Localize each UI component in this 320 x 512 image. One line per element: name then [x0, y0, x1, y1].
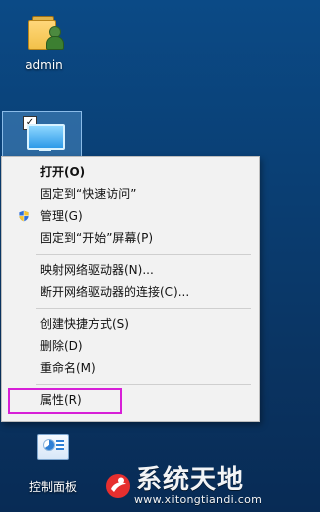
menu-item-label: 管理(G) — [40, 209, 83, 223]
menu-item-properties[interactable]: 属性(R) — [2, 389, 259, 411]
desktop-icon-admin[interactable]: admin — [8, 10, 80, 72]
menu-item-pin-quick-access[interactable]: 固定到“快速访问” — [2, 183, 259, 205]
menu-item-map-network-drive[interactable]: 映射网络驱动器(N)... — [2, 259, 259, 281]
monitor-stand — [39, 148, 51, 151]
shield-icon — [19, 210, 29, 222]
menu-item-delete[interactable]: 删除(D) — [2, 335, 259, 357]
menu-item-pin-start[interactable]: 固定到“开始”屏幕(P) — [2, 227, 259, 249]
desktop-icon-label: 控制面板 — [28, 480, 77, 494]
menu-item-create-shortcut[interactable]: 创建快捷方式(S) — [2, 313, 259, 335]
site-logo-icon — [106, 474, 130, 498]
menu-item-label: 创建快捷方式(S) — [40, 317, 129, 331]
menu-item-label: 删除(D) — [40, 339, 83, 353]
menu-item-label: 固定到“开始”屏幕(P) — [40, 231, 154, 245]
computer-icon — [27, 124, 65, 150]
menu-item-label: 打开(O) — [40, 165, 86, 179]
menu-item-rename[interactable]: 重命名(M) — [2, 357, 259, 379]
menu-item-label: 属性(R) — [40, 393, 82, 407]
menu-item-open[interactable]: 打开(O) — [2, 161, 259, 183]
watermark-title: 系统天地 — [136, 465, 245, 495]
menu-separator — [36, 384, 251, 385]
menu-item-label: 重命名(M) — [40, 361, 96, 375]
control-panel-icon — [31, 432, 75, 476]
menu-item-label: 断开网络驱动器的连接(C)... — [40, 285, 190, 299]
context-menu: 打开(O) 固定到“快速访问” 管理(G) 固定到“开始”屏幕(P) 映射网络驱… — [1, 156, 260, 422]
desktop-icon-computer[interactable]: ✓ — [2, 111, 82, 159]
menu-item-disconnect-network-drive[interactable]: 断开网络驱动器的连接(C)... — [2, 281, 259, 303]
watermark: 系统天地 www.xitongtiandi.com — [104, 465, 264, 508]
menu-item-manage[interactable]: 管理(G) — [2, 205, 259, 227]
menu-item-label: 固定到“快速访问” — [40, 187, 137, 201]
user-folder-icon — [22, 10, 66, 54]
watermark-url: www.xitongtiandi.com — [134, 493, 263, 506]
menu-item-label: 映射网络驱动器(N)... — [40, 263, 154, 277]
menu-separator — [36, 254, 251, 255]
desktop-icon-label: admin — [25, 58, 63, 72]
menu-separator — [36, 308, 251, 309]
desktop-icon-control-panel[interactable]: 控制面板 — [12, 432, 94, 494]
